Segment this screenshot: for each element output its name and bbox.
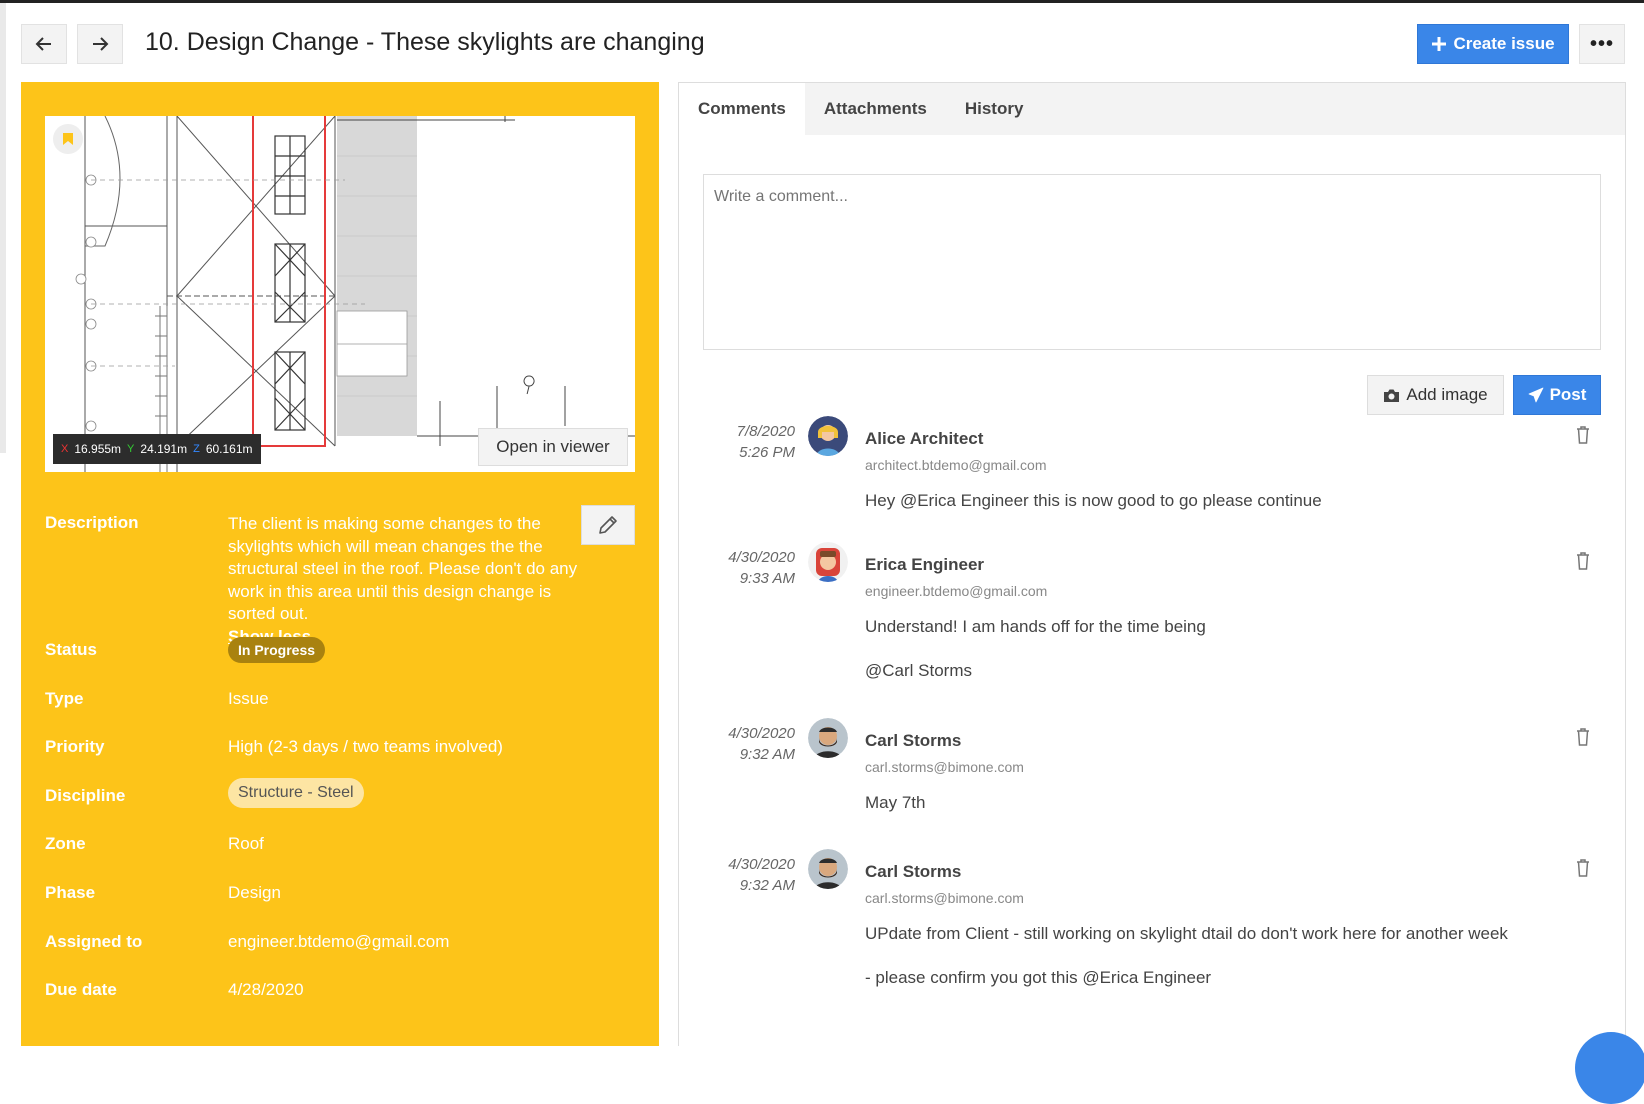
forward-button[interactable] [77, 24, 123, 64]
open-in-viewer-button[interactable]: Open in viewer [478, 428, 628, 466]
tab-history[interactable]: History [946, 83, 1043, 135]
back-button[interactable] [21, 24, 67, 64]
comment-text: - please confirm you got this @Erica Eng… [865, 968, 1212, 987]
activity-panel: Comments Attachments History Add image P… [678, 82, 1626, 1046]
y-coordinate: 24.191m [140, 442, 188, 456]
comment-text: Understand! I am hands off for the time … [865, 617, 1206, 636]
avatar [808, 416, 848, 456]
status-label: Status [45, 640, 97, 659]
comment-time: 9:32 AM [739, 877, 795, 894]
discipline-label: Discipline [45, 786, 126, 805]
discipline-tag: Structure - Steel [228, 778, 364, 808]
issue-title: 10. Design Change - These skylights are … [145, 28, 705, 56]
comment-date: 7/8/2020 [736, 423, 795, 440]
z-axis-marker: Z [193, 443, 200, 455]
trash-icon[interactable] [1575, 727, 1591, 747]
priority-value: High (2-3 days / two teams involved) [228, 737, 503, 756]
edit-description-button[interactable] [581, 505, 635, 545]
bookmark-icon[interactable] [53, 124, 83, 154]
comment-text: May 7th [865, 793, 926, 812]
issue-snapshot[interactable]: X 16.955m Y 24.191m Z 60.161m Open in viewe… [45, 116, 635, 472]
assigned-to-label: Assigned to [45, 932, 143, 951]
comment-author: Erica Engineer [865, 555, 985, 574]
send-icon [1528, 387, 1543, 403]
comment-date: 4/30/2020 [728, 856, 795, 873]
type-label: Type [45, 689, 84, 708]
help-chat-button[interactable] [1575, 1032, 1644, 1104]
add-image-label: Add image [1406, 385, 1488, 404]
pencil-icon [599, 516, 617, 534]
comment-timestamp: 4/30/2020 9:32 AM [728, 854, 795, 896]
comment-text: @Carl Storms [865, 661, 972, 680]
phase-label: Phase [45, 883, 96, 902]
y-axis-marker: Y [127, 443, 135, 455]
plus-icon [1432, 37, 1447, 51]
comment-email: carl.storms@bimone.com [865, 759, 1024, 775]
description-body: The client is making some changes to the… [228, 514, 578, 623]
comment-author: Alice Architect [865, 429, 984, 448]
post-label: Post [1549, 385, 1587, 404]
tab-comments[interactable]: Comments [679, 83, 805, 135]
z-coordinate: 60.161m [205, 442, 253, 456]
comment-author: Carl Storms [865, 731, 962, 750]
comment-timestamp: 4/30/2020 9:33 AM [728, 547, 795, 589]
comment-timestamp: 7/8/2020 5:26 PM [737, 421, 795, 463]
add-image-button[interactable]: Add image [1367, 375, 1504, 415]
issue-details-panel: X 16.955m Y 24.191m Z 60.161m Open in viewe… [21, 82, 659, 1046]
comment-text: Hey @Erica Engineer this is now good to … [865, 491, 1322, 510]
x-coordinate: 16.955m [74, 442, 122, 456]
comment-email: architect.btdemo@gmail.com [865, 457, 1047, 473]
post-button[interactable]: Post [1513, 375, 1601, 415]
comment-timestamp: 4/30/2020 9:32 AM [728, 723, 795, 765]
avatar [808, 849, 848, 889]
trash-icon[interactable] [1575, 425, 1591, 445]
comment-date: 4/30/2020 [728, 725, 795, 742]
trash-icon[interactable] [1575, 551, 1591, 571]
trash-icon[interactable] [1575, 858, 1591, 878]
type-value: Issue [228, 689, 269, 708]
assigned-to-value: engineer.btdemo@gmail.com [228, 932, 450, 951]
comment-input[interactable] [703, 174, 1601, 350]
zone-value: Roof [228, 834, 264, 853]
comment-time: 5:26 PM [739, 444, 795, 461]
x-axis-marker: X [61, 443, 69, 455]
arrow-right-icon [93, 37, 109, 51]
avatar [808, 542, 848, 582]
top-border [0, 0, 1644, 3]
more-options-button[interactable]: ••• [1579, 24, 1625, 64]
due-date-value: 4/28/2020 [228, 980, 304, 999]
comment-email: carl.storms@bimone.com [865, 890, 1024, 906]
comment-time: 9:32 AM [739, 746, 795, 763]
create-issue-button[interactable]: Create issue [1417, 24, 1569, 64]
phase-value: Design [228, 883, 281, 902]
camera-icon [1384, 389, 1400, 402]
comment-date: 4/30/2020 [728, 549, 795, 566]
tab-attachments[interactable]: Attachments [805, 83, 946, 135]
comment-text: UPdate from Client - still working on sk… [865, 924, 1508, 943]
floor-plan-drawing [75, 116, 635, 472]
comment-email: engineer.btdemo@gmail.com [865, 583, 1048, 599]
due-date-label: Due date [45, 980, 117, 999]
description-text: The client is making some changes to the… [228, 513, 583, 648]
coordinates-readout: X 16.955m Y 24.191m Z 60.161m [53, 434, 261, 464]
ellipsis-icon: ••• [1589, 32, 1614, 55]
avatar [808, 718, 848, 758]
activity-tabs: Comments Attachments History [679, 83, 1625, 135]
description-label: Description [45, 513, 139, 532]
window-edge [0, 3, 6, 453]
zone-label: Zone [45, 834, 86, 853]
comment-time: 9:33 AM [739, 570, 795, 587]
priority-label: Priority [45, 737, 105, 756]
status-badge: In Progress [228, 637, 326, 663]
arrow-left-icon [35, 37, 51, 51]
create-issue-label: Create issue [1453, 34, 1555, 53]
comment-author: Carl Storms [865, 862, 962, 881]
